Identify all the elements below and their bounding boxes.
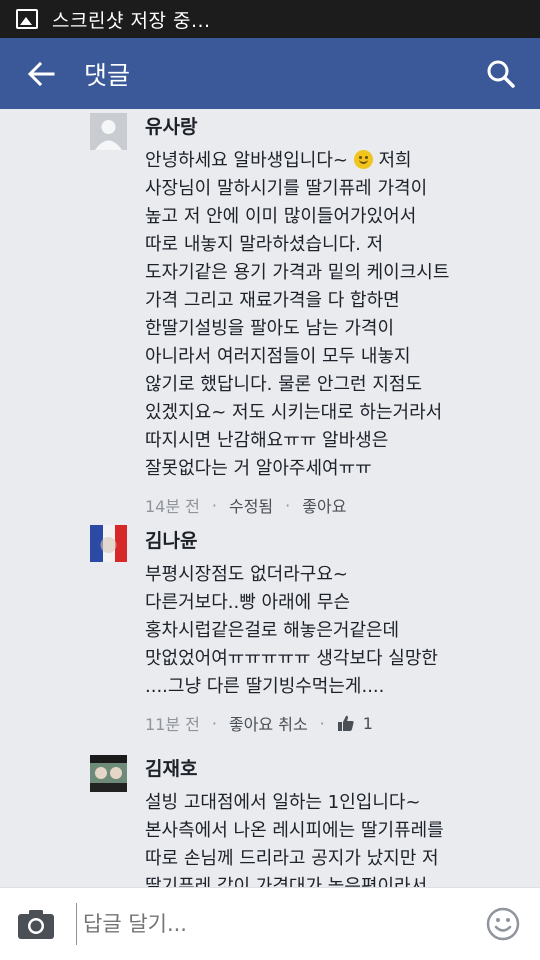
search-icon[interactable] bbox=[480, 53, 522, 95]
status-bar: 스크린샷 저장 중... bbox=[0, 0, 540, 38]
emoji-icon[interactable] bbox=[486, 907, 520, 941]
like-count: 1 bbox=[362, 713, 373, 733]
comment-text: 안녕하세요 알바생입니다~ 저희 사장님이 말하시기를 딸기퓨레 가격이 높고 … bbox=[145, 150, 450, 479]
edited-link[interactable]: 수정됨 bbox=[229, 493, 273, 517]
comment-text: 부평시장점도 없더라구요~ 다른거보다..빵 아래에 무슨 홍차시럽같은걸로 해… bbox=[145, 564, 438, 697]
reply-input[interactable] bbox=[76, 903, 486, 945]
comment-meta: 14분 전 · 수정됨 · 좋아요 bbox=[145, 493, 525, 517]
comment-author[interactable]: 김나윤 bbox=[145, 529, 525, 553]
comment-meta: 11분 전 · 좋아요 취소 · 1 bbox=[145, 711, 525, 735]
page-title: 댓글 bbox=[84, 60, 131, 90]
unlike-button[interactable]: 좋아요 취소 bbox=[229, 711, 308, 735]
comment-author[interactable]: 유사랑 bbox=[145, 115, 525, 139]
image-icon bbox=[16, 9, 38, 29]
comment-composer bbox=[0, 887, 540, 960]
comments-list: 유사랑 안녕하세요 알바생입니다~ 저희 사장님이 말하시기를 딸기퓨레 가격이… bbox=[0, 109, 540, 887]
back-arrow-icon[interactable] bbox=[20, 53, 62, 95]
comment-text: 설빙 고대점에서 일하는 1인입니다~ 본사측에서 나온 레시피에는 딸기퓨레를… bbox=[145, 792, 444, 887]
like-button[interactable]: 좋아요 bbox=[302, 493, 346, 517]
avatar[interactable] bbox=[90, 525, 127, 562]
camera-icon[interactable] bbox=[16, 907, 56, 941]
app-bar: 댓글 bbox=[0, 38, 540, 109]
thumbs-up-icon bbox=[337, 714, 355, 732]
comment-time: 14분 전 bbox=[145, 497, 200, 516]
smiley-icon bbox=[353, 150, 373, 169]
comment-author[interactable]: 김재호 bbox=[145, 757, 525, 781]
avatar[interactable] bbox=[90, 113, 127, 150]
comment-time: 11분 전 bbox=[145, 715, 200, 734]
status-text: 스크린샷 저장 중... bbox=[52, 9, 211, 32]
avatar[interactable] bbox=[90, 755, 127, 792]
